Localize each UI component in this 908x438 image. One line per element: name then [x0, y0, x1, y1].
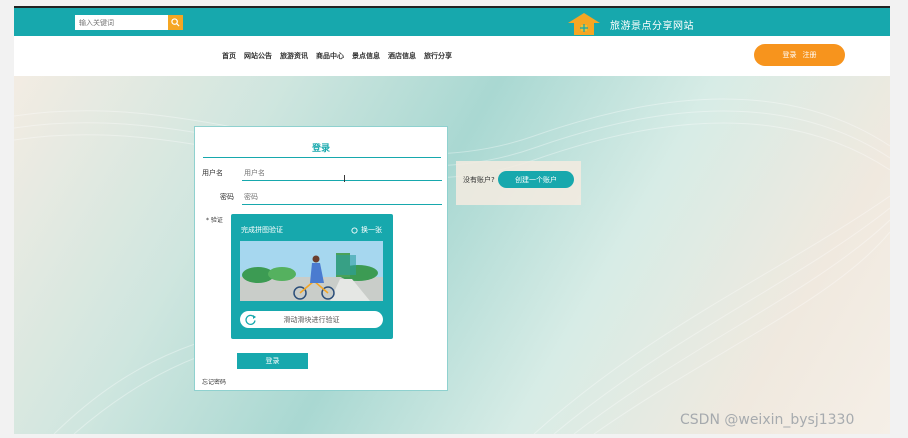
background-waves — [14, 98, 890, 434]
login-register-pill: 登录 注册 — [754, 44, 845, 66]
create-account-button[interactable]: 创建一个账户 — [498, 171, 574, 188]
captcha-puzzle-image[interactable] — [240, 241, 383, 301]
captcha-panel: 完成拼图验证 换一张 滑动滑块进行验证 — [231, 214, 393, 339]
nav-item-shop[interactable]: 商品中心 — [316, 51, 344, 61]
login-link[interactable]: 登录 — [783, 50, 797, 60]
captcha-label: * 验证 — [206, 217, 223, 224]
text-cursor-icon: I — [343, 174, 346, 185]
search-button[interactable] — [168, 15, 183, 30]
nav-item-spots[interactable]: 景点信息 — [352, 51, 380, 61]
top-bar: 旅游景点分享网站 — [14, 6, 890, 36]
site-title: 旅游景点分享网站 — [610, 21, 694, 32]
csdn-watermark: CSDN @weixin_bysj1330 — [680, 412, 855, 428]
captcha-refresh-button[interactable]: 换一张 — [351, 225, 382, 235]
username-label: 用户名 — [202, 169, 223, 177]
captcha-slider[interactable]: 滑动滑块进行验证 — [240, 311, 383, 328]
title-divider — [203, 157, 441, 158]
hero-background — [14, 76, 890, 434]
nav-item-news[interactable]: 旅游资讯 — [280, 51, 308, 61]
refresh-icon — [351, 226, 358, 234]
search-icon — [171, 18, 180, 27]
forgot-password-link[interactable]: 忘记密码 — [202, 377, 226, 386]
password-label: 密码 — [220, 193, 234, 201]
nav-bar: 首页 网站公告 旅游资讯 商品中心 景点信息 酒店信息 旅行分享 登录 注册 — [14, 36, 890, 76]
register-link[interactable]: 注册 — [803, 50, 817, 60]
captcha-refresh-label: 换一张 — [361, 226, 382, 234]
login-title: 登录 — [311, 144, 330, 154]
no-account-text: 没有账户? — [463, 176, 495, 184]
captcha-title: 完成拼图验证 — [241, 226, 283, 234]
register-card: 没有账户? 创建一个账户 — [456, 161, 581, 205]
username-input[interactable] — [242, 166, 442, 181]
slider-hint: 滑动滑块进行验证 — [283, 316, 340, 324]
house-logo-icon — [568, 13, 600, 35]
login-card: 登录 用户名 密码 * 验证 完成拼图验证 换一张 — [194, 126, 448, 391]
search-input[interactable] — [75, 15, 168, 30]
nav-item-notice[interactable]: 网站公告 — [244, 51, 272, 61]
login-submit-button[interactable]: 登录 — [237, 353, 308, 369]
nav-item-hotels[interactable]: 酒店信息 — [388, 51, 416, 61]
nav-menu: 首页 网站公告 旅游资讯 商品中心 景点信息 酒店信息 旅行分享 — [222, 51, 452, 61]
password-input[interactable] — [242, 190, 442, 205]
nav-item-home[interactable]: 首页 — [222, 51, 236, 61]
search-box — [75, 15, 183, 30]
browser-page: 旅游景点分享网站 首页 网站公告 旅游资讯 商品中心 景点信息 酒店信息 旅行分… — [14, 6, 890, 434]
nav-item-share[interactable]: 旅行分享 — [424, 51, 452, 61]
